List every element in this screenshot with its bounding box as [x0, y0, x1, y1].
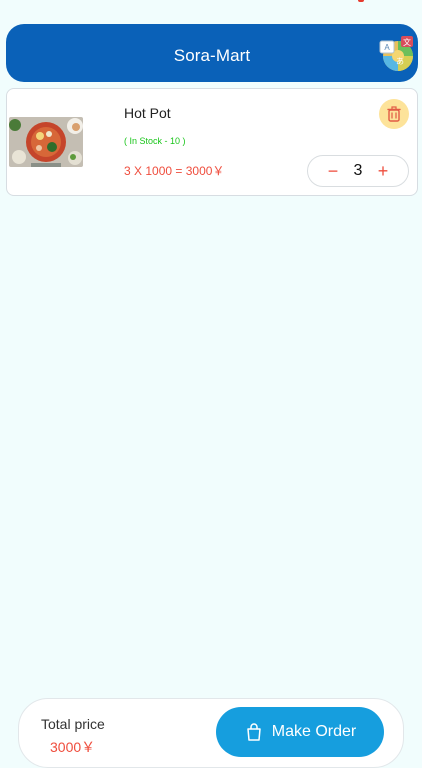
trash-icon [387, 106, 401, 122]
delete-item-button[interactable] [379, 99, 409, 129]
product-name: Hot Pot [124, 105, 171, 121]
item-price-formula: 3 X 1000 = 3000￥ [124, 164, 225, 178]
product-image [9, 117, 83, 167]
svg-text:あ: あ [396, 57, 404, 66]
app-header: Sora-Mart A 文 あ [6, 24, 418, 82]
stock-status: ( In Stock - 10 ) [124, 136, 186, 146]
shopping-bag-icon [247, 723, 261, 741]
total-price-label: Total price [41, 716, 105, 732]
quantity-value: 3 [353, 162, 363, 179]
svg-text:文: 文 [403, 37, 411, 47]
status-fragment [358, 0, 364, 2]
app-title: Sora-Mart [173, 46, 251, 65]
quantity-stepper: − 3 + [307, 155, 409, 187]
svg-text:A: A [384, 43, 390, 52]
checkout-bar: Total price 3000￥ Make Order [18, 698, 404, 768]
decrement-button[interactable]: − [326, 162, 340, 180]
increment-button[interactable]: + [376, 162, 390, 180]
total-price-value: 3000￥ [50, 739, 96, 755]
make-order-label: Make Order [271, 723, 357, 740]
cart-item-card: Hot Pot ( In Stock - 10 ) 3 X 1000 = 300… [6, 88, 418, 196]
translate-language-icon[interactable]: A 文 あ [378, 36, 414, 72]
